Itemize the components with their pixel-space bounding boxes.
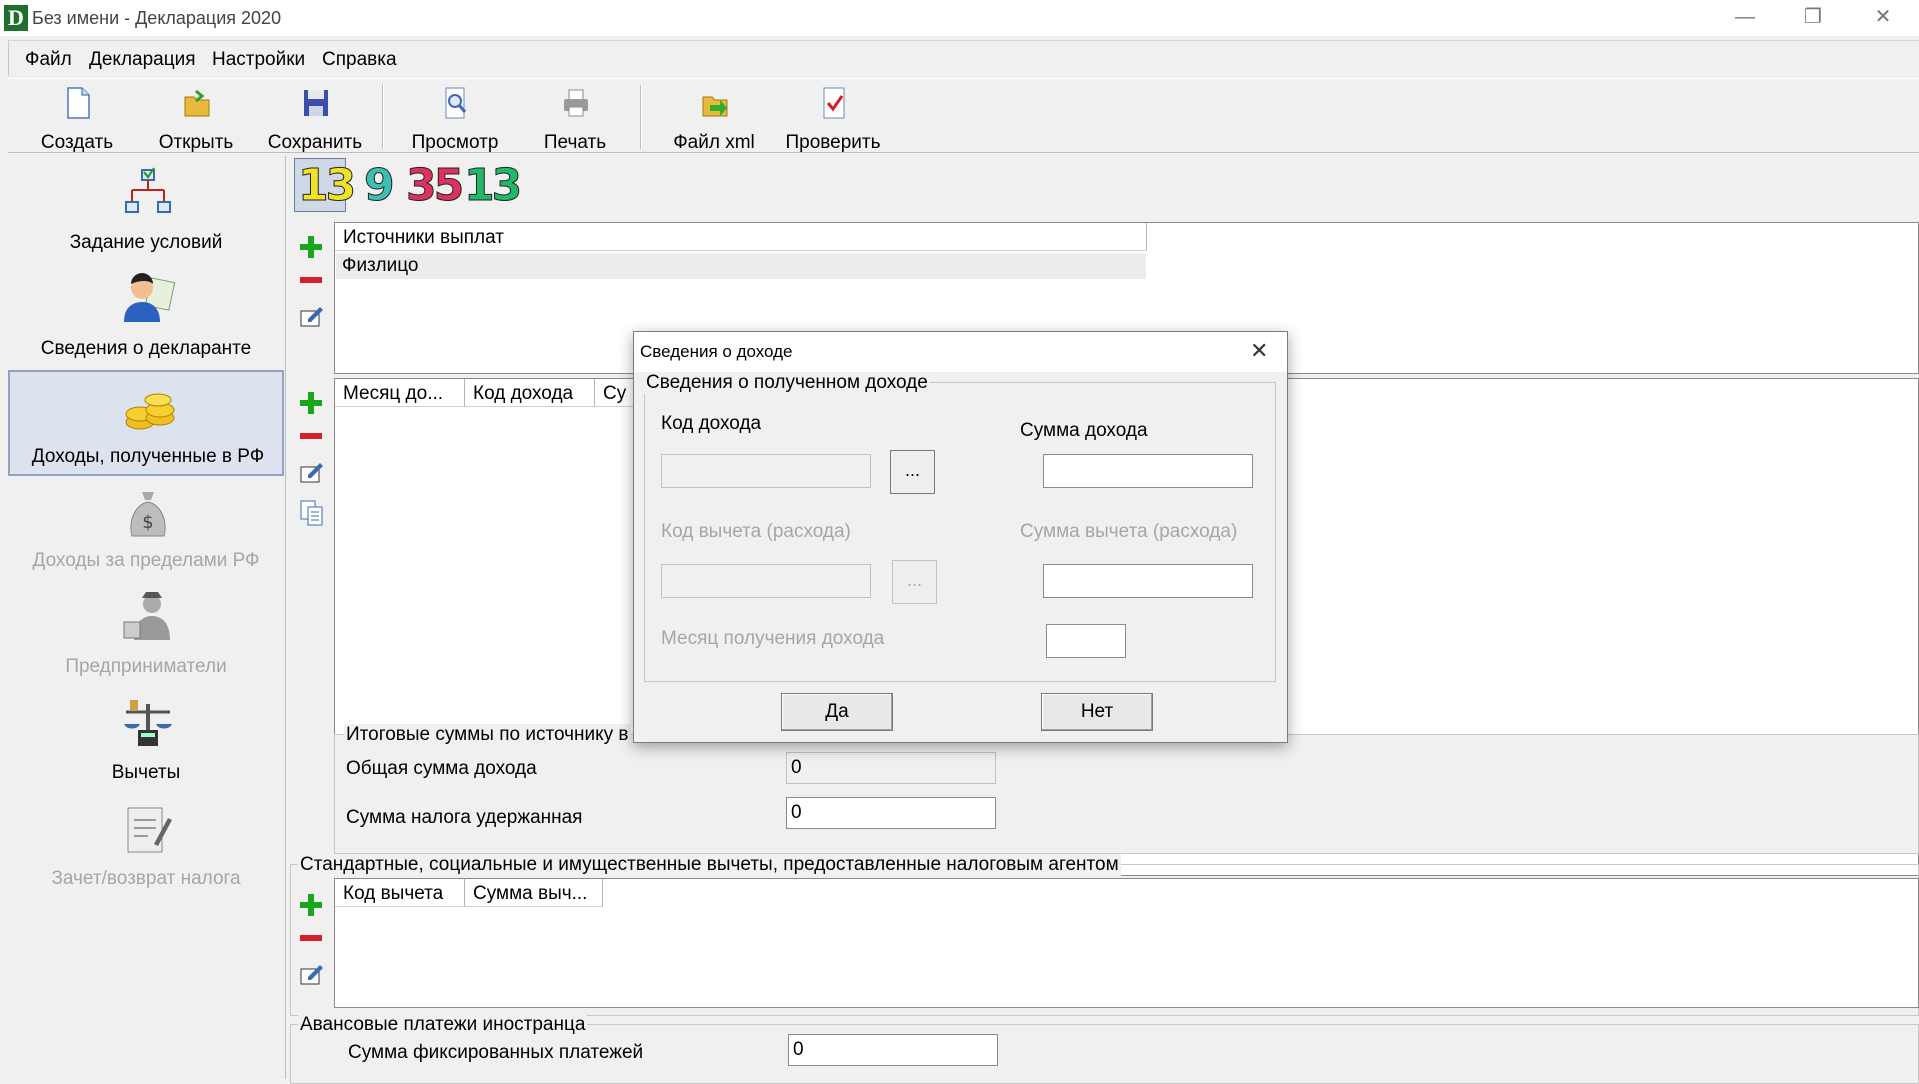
total-income-field: 0 <box>786 752 996 784</box>
copy-income-icon[interactable] <box>300 500 324 526</box>
rate-13-alt-label[interactable]: 13 <box>463 160 522 212</box>
edit-source-icon[interactable] <box>300 305 324 327</box>
tax-withheld-field[interactable]: 0 <box>786 797 996 829</box>
advance-group-label: Авансовые платежи иностранца <box>298 1014 588 1036</box>
col-month[interactable]: Месяц до... <box>335 379 465 407</box>
income-code-field[interactable] <box>661 454 871 488</box>
create-button[interactable]: Создать <box>22 83 132 153</box>
scales-icon <box>124 700 172 746</box>
fixed-payments-field[interactable]: 0 <box>788 1034 998 1066</box>
deductions-tools <box>290 878 330 1008</box>
deductions-table: Код вычета Сумма выч... <box>334 878 1919 1008</box>
totals-group-label: Итоговые суммы по источнику в <box>344 724 631 746</box>
menu-bar: Файл Декларация Настройки Справка <box>8 40 1919 76</box>
check-document-icon <box>823 87 845 119</box>
add-source-icon[interactable] <box>300 236 322 258</box>
document-pen-icon <box>127 807 172 853</box>
add-deduction-icon[interactable] <box>300 894 322 916</box>
restore-icon[interactable]: ❐ <box>1778 0 1848 36</box>
window-title: Без имени - Декларация 2020 <box>32 8 282 28</box>
svg-text:$: $ <box>142 512 153 533</box>
income-tools <box>290 376 330 876</box>
rate-13-label: 13 <box>297 160 356 212</box>
col-deduction-code[interactable]: Код вычета <box>335 879 465 907</box>
sources-tools <box>290 220 330 372</box>
print-button[interactable]: Печать <box>520 83 630 153</box>
nav-income-abroad[interactable]: $ Доходы за пределами РФ <box>8 476 284 582</box>
nav-entrepreneurs[interactable]: Предприниматели <box>8 582 284 688</box>
preview-button[interactable]: Просмотр <box>400 83 510 153</box>
fixed-payments-label: Сумма фиксированных платежей <box>348 1042 644 1063</box>
open-folder-icon <box>184 89 210 117</box>
nav-income-rf[interactable]: Доходы, полученные в РФ <box>8 370 284 476</box>
table-row[interactable]: Физлицо <box>336 253 1146 279</box>
income-sum-label: Сумма дохода <box>1020 420 1148 441</box>
remove-income-icon[interactable] <box>300 433 322 439</box>
no-button[interactable]: Нет <box>1041 693 1153 731</box>
sources-header: Источники выплат <box>335 223 1147 251</box>
minimize-icon[interactable]: — <box>1710 0 1780 36</box>
check-button[interactable]: Проверить <box>778 83 888 153</box>
nav-conditions[interactable]: Задание условий <box>8 158 284 264</box>
income-dialog: Сведения о доходе ✕ Сведения о полученно… <box>633 331 1288 743</box>
nav-deductions[interactable]: Вычеты <box>8 688 284 794</box>
edit-deduction-icon[interactable] <box>300 963 324 985</box>
conditions-tree-icon <box>125 167 171 213</box>
preview-magnifier-icon <box>445 87 467 119</box>
close-window-icon[interactable]: ✕ <box>1848 0 1918 36</box>
nav-declarant[interactable]: Сведения о декларанте <box>8 264 284 370</box>
sidebar: Задание условий Сведения о декларанте До… <box>6 156 286 1079</box>
toolbar: Создать Открыть Сохранить Просмотр Печат… <box>8 78 1919 153</box>
dialog-title-bar: Сведения о доходе ✕ <box>634 332 1287 372</box>
edit-income-icon[interactable] <box>300 461 324 483</box>
yes-button[interactable]: Да <box>781 693 893 731</box>
declarant-person-icon <box>124 273 176 322</box>
deductions-group-label: Стандартные, социальные и имущественные … <box>298 854 1121 876</box>
nav-tax-refund[interactable]: Зачет/возврат налога <box>8 794 284 900</box>
menu-file[interactable]: Файл <box>25 49 72 71</box>
deduction-code-browse-button: ... <box>892 560 937 604</box>
col-deduction-sum[interactable]: Сумма выч... <box>465 879 603 907</box>
coins-icon <box>125 393 175 430</box>
printer-icon <box>564 89 588 117</box>
app-logo-icon: D <box>4 5 28 31</box>
totals-group <box>334 734 1919 854</box>
add-income-icon[interactable] <box>300 392 322 414</box>
remove-deduction-icon[interactable] <box>300 935 322 941</box>
money-bag-icon: $ <box>130 492 166 537</box>
total-income-label: Общая сумма дохода <box>346 758 537 779</box>
menu-help[interactable]: Справка <box>322 49 397 71</box>
tax-withheld-label: Сумма налога удержанная <box>346 807 583 828</box>
deduction-code-field <box>661 564 871 598</box>
dialog-group-label: Сведения о полученном доходе <box>644 372 930 394</box>
rate-9-label[interactable]: 9 <box>364 160 396 212</box>
income-sum-field[interactable] <box>1043 454 1253 488</box>
deduction-sum-label: Сумма вычета (расхода) <box>1020 521 1238 542</box>
open-button[interactable]: Открыть <box>141 83 251 153</box>
xml-export-icon <box>702 96 728 117</box>
entrepreneur-icon <box>123 592 170 640</box>
floppy-disk-icon <box>304 90 328 116</box>
col-income-code[interactable]: Код дохода <box>465 379 595 407</box>
rate-35-label[interactable]: 35 <box>405 160 464 212</box>
month-label: Месяц получения дохода <box>661 628 885 649</box>
title-bar: D Без имени - Декларация 2020 — ❐ ✕ <box>0 0 1919 36</box>
deduction-code-label: Код вычета (расхода) <box>661 521 851 542</box>
deduction-sum-field[interactable] <box>1043 564 1253 598</box>
income-code-browse-button[interactable]: ... <box>890 450 935 494</box>
xml-file-button[interactable]: Файл xml <box>659 83 769 153</box>
dialog-close-icon[interactable]: ✕ <box>1250 338 1268 364</box>
new-document-icon <box>67 87 90 119</box>
save-button[interactable]: Сохранить <box>260 83 370 153</box>
dialog-title: Сведения о доходе <box>640 342 793 361</box>
income-code-label: Код дохода <box>661 413 762 434</box>
menu-settings[interactable]: Настройки <box>212 49 305 71</box>
month-field[interactable] <box>1046 624 1126 658</box>
menu-declaration[interactable]: Декларация <box>89 49 196 71</box>
remove-source-icon[interactable] <box>300 277 322 283</box>
